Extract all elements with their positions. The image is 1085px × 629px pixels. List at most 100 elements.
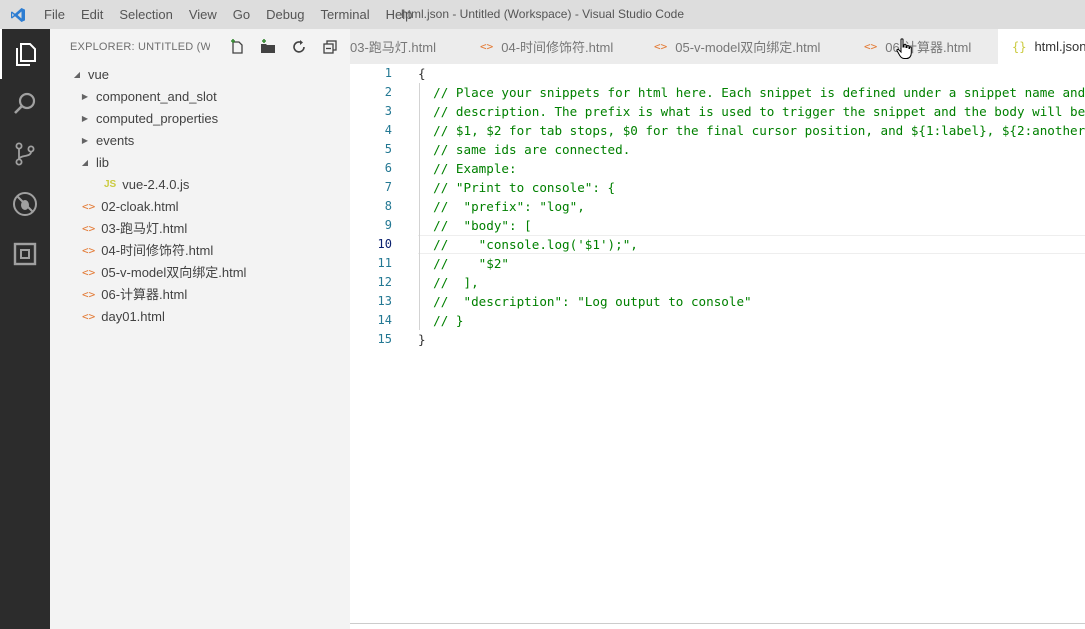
tab-label: 04-时间修饰符.html [501, 40, 614, 55]
new-folder-icon[interactable] [258, 37, 278, 57]
folder-item[interactable]: ▶ events [50, 130, 134, 152]
code-line[interactable]: // "body": [ [418, 216, 532, 235]
html-file-icon: <> [82, 200, 96, 213]
menu-item-view[interactable]: View [181, 0, 225, 29]
line-number: 7 [384, 180, 392, 194]
code-line[interactable]: // ], [418, 273, 479, 292]
code-line[interactable]: } [418, 330, 426, 349]
menu-item-edit[interactable]: Edit [73, 0, 111, 29]
line-number: 2 [384, 85, 392, 99]
line-number: 14 [377, 313, 392, 327]
explorer-header: EXPLORER: UNTITLED (WO... [50, 29, 350, 64]
file-item[interactable]: JS vue-2.4.0.js [50, 174, 189, 196]
menu-bar: File Edit Selection View Go Debug Terminal Help [36, 0, 420, 29]
tab[interactable]: <> 04-时间修饰符.html [466, 29, 654, 64]
tree-item-label: 05-v-model双向绑定.html [101, 265, 247, 280]
chevron-down-icon[interactable]: ◢ [78, 152, 92, 174]
tree-item-label: 03-跑马灯.html [101, 221, 188, 236]
line-number: 1 [384, 66, 392, 80]
explorer-icon[interactable] [0, 29, 50, 79]
tree-item-label: vue-2.4.0.js [122, 177, 190, 192]
code-line[interactable]: // "description": "Log output to console… [418, 292, 751, 311]
chevron-right-icon[interactable]: ▶ [78, 108, 92, 130]
line-number: 4 [384, 123, 392, 137]
line-number: 11 [377, 256, 392, 270]
file-item[interactable]: <> 03-跑马灯.html [50, 218, 187, 240]
editor-tabs: 03-跑马灯.html <> 04-时间修饰符.html <> 05-v-model双向… [350, 29, 1085, 64]
code-line[interactable]: // "$2" [418, 254, 509, 273]
chevron-down-icon[interactable]: ◢ [70, 64, 84, 86]
folder-item[interactable]: ◢ vue [50, 64, 109, 86]
html-file-icon: <> [480, 40, 494, 53]
code-line[interactable]: // } [418, 311, 463, 330]
refresh-icon[interactable] [289, 37, 309, 57]
html-file-icon: <> [864, 40, 878, 53]
folder-item[interactable]: ◢ lib [50, 152, 109, 174]
line-number: 6 [384, 161, 392, 175]
code-editor[interactable]: 1 2 3 4 5 6 7 8 9 10 11 12 13 14 15 { // Place your sn… [350, 64, 1085, 624]
html-file-icon: <> [82, 310, 96, 323]
code-line[interactable]: // description. The prefix is what is us… [418, 102, 1085, 121]
extensions-icon[interactable] [0, 229, 50, 279]
source-control-icon[interactable] [0, 129, 50, 179]
line-number: 15 [377, 332, 392, 346]
html-file-icon: <> [654, 40, 668, 53]
menu-item-terminal[interactable]: Terminal [312, 0, 377, 29]
tab-label: 03-跑马灯.html [350, 40, 436, 55]
menu-item-selection[interactable]: Selection [111, 0, 180, 29]
menu-item-go[interactable]: Go [225, 0, 258, 29]
tree-item-label: component_and_slot [96, 89, 217, 104]
vscode-logo-icon [0, 0, 36, 29]
code-line[interactable]: // $1, $2 for tab stops, $0 for the fina… [418, 121, 1085, 140]
explorer-title: EXPLORER: UNTITLED (WO... [70, 40, 210, 53]
tree-item-label: computed_properties [96, 111, 219, 126]
tab-label: 05-v-model双向绑定.html [675, 40, 821, 55]
menu-item-file[interactable]: File [36, 0, 73, 29]
search-icon[interactable] [0, 79, 50, 129]
tab[interactable]: 03-跑马灯.html [350, 29, 480, 64]
menu-item-debug[interactable]: Debug [258, 0, 312, 29]
tab[interactable]: <> 06-计算器.html [850, 29, 1012, 64]
tab-active[interactable]: {} html.json [998, 29, 1085, 64]
tree-item-label: 04-时间修饰符.html [101, 243, 214, 258]
collapse-all-icon[interactable] [320, 37, 340, 57]
html-file-icon: <> [82, 244, 96, 257]
chevron-right-icon[interactable]: ▶ [78, 86, 92, 108]
explorer-sidebar: EXPLORER: UNTITLED (WO... ◢ vue ▶ component… [50, 29, 350, 629]
tree-item-label: lib [96, 155, 110, 170]
new-file-icon[interactable] [227, 37, 247, 57]
line-number: 8 [384, 199, 392, 213]
js-file-icon: JS [104, 179, 117, 190]
json-file-icon: {} [1012, 39, 1027, 54]
file-item[interactable]: <> 05-v-model双向绑定.html [50, 262, 246, 284]
code-line[interactable]: // "prefix": "log", [418, 197, 585, 216]
title-bar: File Edit Selection View Go Debug Terminal Help… [0, 0, 1085, 29]
menu-item-help[interactable]: Help [378, 0, 421, 29]
hand-pointer-icon [896, 38, 912, 63]
activity-bar [0, 29, 50, 629]
debug-icon[interactable] [0, 179, 50, 229]
file-item[interactable]: <> 02-cloak.html [50, 196, 179, 218]
file-item[interactable]: <> day01.html [50, 306, 165, 328]
tab-label: html.json [1034, 39, 1085, 54]
code-line[interactable]: // Example: [418, 159, 516, 178]
line-number: 12 [377, 275, 392, 289]
folder-item[interactable]: ▶ computed_properties [50, 108, 218, 130]
code-line[interactable]: // same ids are connected. [418, 140, 630, 159]
line-number: 3 [384, 104, 392, 118]
line-number: 5 [384, 142, 392, 156]
file-item[interactable]: <> 06-计算器.html [50, 284, 187, 306]
tree-item-label: events [96, 133, 135, 148]
folder-item[interactable]: ▶ component_and_slot [50, 86, 217, 108]
code-line[interactable]: // "Print to console": { [418, 178, 615, 197]
code-line[interactable]: // "console.log('$1');", [418, 235, 638, 254]
line-number: 9 [384, 218, 392, 232]
code-line[interactable]: { [418, 64, 426, 83]
html-file-icon: <> [82, 222, 96, 235]
code-line[interactable]: // Place your snippets for html here. Ea… [418, 83, 1085, 102]
chevron-right-icon[interactable]: ▶ [78, 130, 92, 152]
tab[interactable]: <> 05-v-model双向绑定.html [640, 29, 864, 64]
line-number: 13 [377, 294, 392, 308]
line-number: 10 [377, 237, 392, 251]
file-item[interactable]: <> 04-时间修饰符.html [50, 240, 213, 262]
